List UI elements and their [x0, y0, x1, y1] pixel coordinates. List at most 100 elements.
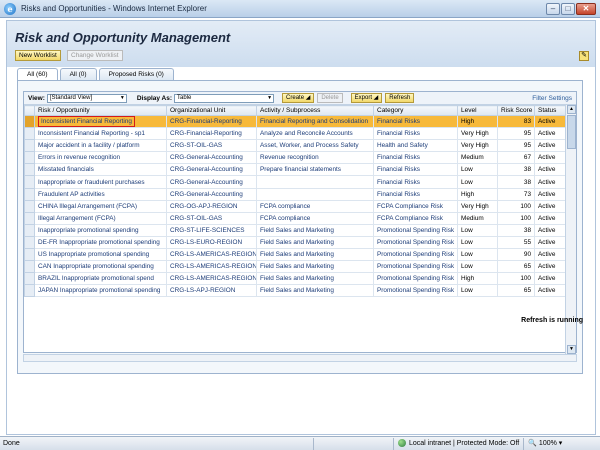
refresh-button[interactable]: Refresh	[385, 93, 415, 103]
new-worklist-button[interactable]: New Worklist	[15, 50, 61, 61]
column-header[interactable]: Level	[457, 105, 498, 116]
row-selector[interactable]	[24, 139, 35, 153]
category-link[interactable]: FCPA Compliance Risk	[373, 199, 458, 213]
row-selector[interactable]	[24, 151, 35, 165]
close-icon[interactable]: ✕	[576, 3, 596, 15]
highlighted-risk-label[interactable]: Inconsistent Financial Reporting	[38, 116, 135, 127]
table-row[interactable]: Major accident in a facility / platform C…	[24, 139, 566, 153]
row-selector[interactable]	[24, 260, 35, 274]
activity-link[interactable]: Field Sales and Marketing	[256, 272, 374, 286]
activity-link[interactable]	[256, 187, 374, 201]
category-link[interactable]: Promotional Spending Risk	[373, 235, 458, 250]
table-row[interactable]: Inappropriate or fraudulent purchases CRG…	[24, 175, 566, 189]
view-select[interactable]: [Standard View] ▼	[46, 93, 127, 103]
row-selector[interactable]	[24, 187, 35, 201]
activity-link[interactable]: Financial Reporting and Consolidation	[256, 114, 374, 129]
table-row[interactable]: Illegal Arrangement (FCPA) CRG-ST-OIL-GAS…	[24, 211, 566, 225]
activity-link[interactable]: Field Sales and Marketing	[256, 235, 374, 250]
org-unit-link[interactable]: CRG-General-Accounting	[166, 163, 257, 177]
risk-link[interactable]: US Inappropriate promotional spending	[34, 248, 167, 262]
minimize-icon[interactable]: –	[546, 3, 560, 15]
activity-link[interactable]: Revenue recognition	[256, 151, 374, 165]
scrollbar-thumb[interactable]	[567, 115, 576, 149]
row-selector[interactable]	[24, 175, 35, 189]
export-button[interactable]: Export ◢	[350, 93, 383, 103]
activity-link[interactable]: Field Sales and Marketing	[256, 248, 374, 262]
column-header[interactable]: Category	[373, 105, 458, 116]
table-row[interactable]: Inconsistent Financial Reporting - sp1 CR…	[24, 127, 566, 141]
category-link[interactable]: Financial Risks	[373, 114, 458, 129]
org-unit-link[interactable]: CRG-OG-APJ-REGION	[166, 199, 257, 213]
table-row[interactable]: US Inappropriate promotional spending CRG…	[24, 248, 566, 262]
column-header[interactable]: Status	[534, 105, 566, 116]
zoom-level[interactable]: 🔍 100% ▾	[523, 437, 566, 450]
security-zone[interactable]: Local intranet | Protected Mode: Off	[393, 437, 523, 450]
category-link[interactable]: Financial Risks	[373, 151, 458, 165]
row-selector[interactable]	[24, 163, 35, 177]
table-row[interactable]: Errors in revenue recognition CRG-General…	[24, 151, 566, 165]
row-selector[interactable]	[24, 127, 35, 141]
category-link[interactable]: Promotional Spending Risk	[373, 248, 458, 262]
category-link[interactable]: Promotional Spending Risk	[373, 260, 458, 274]
delete-button[interactable]: Delete	[317, 93, 343, 103]
column-header[interactable]: Activity / Subprocess	[256, 105, 374, 116]
row-selector[interactable]	[24, 235, 35, 250]
table-row[interactable]: Inappropriate promotional spending CRG-ST…	[24, 223, 566, 237]
category-link[interactable]: Health and Safety	[373, 139, 458, 153]
activity-link[interactable]: FCPA compliance	[256, 211, 374, 225]
settings-link[interactable]: Settings	[549, 95, 573, 102]
create-button[interactable]: Create ◢	[282, 93, 315, 103]
activity-link[interactable]: Field Sales and Marketing	[256, 223, 374, 237]
risk-link[interactable]: CAN Inappropriate promotional spending	[34, 260, 167, 274]
category-link[interactable]: Promotional Spending Risk	[373, 272, 458, 286]
category-link[interactable]: Financial Risks	[373, 187, 458, 201]
display-as-select[interactable]: Table ▼	[174, 93, 275, 103]
row-selector[interactable]	[24, 223, 35, 237]
org-unit-link[interactable]: CRG-Financial-Reporting	[166, 114, 257, 129]
risk-link[interactable]: Inconsistent Financial Reporting - sp1	[34, 127, 167, 141]
row-selector[interactable]	[24, 284, 35, 298]
category-link[interactable]: Financial Risks	[373, 163, 458, 177]
table-row[interactable]: DE-FR Inappropriate promotional spending…	[24, 235, 566, 250]
row-selector[interactable]	[24, 248, 35, 262]
activity-link[interactable]: Field Sales and Marketing	[256, 260, 374, 274]
org-unit-link[interactable]: CRG-LS-EURO-REGION	[166, 235, 257, 250]
select-all-header[interactable]	[24, 105, 35, 116]
scroll-up-icon[interactable]: ▲	[567, 105, 576, 114]
maximize-icon[interactable]: □	[561, 3, 575, 15]
org-unit-link[interactable]: CRG-Financial-Reporting	[166, 127, 257, 141]
risk-link[interactable]: Errors in revenue recognition	[34, 151, 167, 165]
table-row[interactable]: Inconsistent Financial Reporting CRG-Fina…	[24, 114, 566, 129]
row-selector[interactable]	[24, 114, 35, 129]
activity-link[interactable]: Asset, Worker, and Process Safety	[256, 139, 374, 153]
table-row[interactable]: Misstated financials CRG-General-Accounti…	[24, 163, 566, 177]
category-link[interactable]: Promotional Spending Risk	[373, 223, 458, 237]
table-row[interactable]: JAPAN Inappropriate promotional spending…	[24, 284, 566, 298]
risk-link[interactable]: Inconsistent Financial Reporting	[34, 114, 167, 129]
tab-all-0[interactable]: All (0)	[59, 68, 97, 80]
risk-link[interactable]: Fraudulent AP activities	[34, 187, 167, 201]
risk-link[interactable]: Misstated financials	[34, 163, 167, 177]
risk-link[interactable]: CHINA Illegal Arrangement (FCPA)	[34, 199, 167, 213]
tab-proposed-risks[interactable]: Proposed Risks (0)	[98, 68, 174, 80]
org-unit-link[interactable]: CRG-LS-AMERICAS-REGION	[166, 248, 257, 262]
category-link[interactable]: Promotional Spending Risk	[373, 284, 458, 298]
risk-link[interactable]: Inappropriate promotional spending	[34, 223, 167, 237]
risk-link[interactable]: DE-FR Inappropriate promotional spending	[34, 235, 167, 250]
org-unit-link[interactable]: CRG-LS-APJ-REGION	[166, 284, 257, 298]
org-unit-link[interactable]: CRG-General-Accounting	[166, 187, 257, 201]
table-row[interactable]: Fraudulent AP activities CRG-General-Acco…	[24, 187, 566, 201]
activity-link[interactable]: Analyze and Reconcile Accounts	[256, 127, 374, 141]
column-header[interactable]: Organizational Unit	[166, 105, 257, 116]
risk-link[interactable]: Inappropriate or fraudulent purchases	[34, 175, 167, 189]
row-selector[interactable]	[24, 272, 35, 286]
category-link[interactable]: Financial Risks	[373, 175, 458, 189]
category-link[interactable]: Financial Risks	[373, 127, 458, 141]
table-row[interactable]: CHINA Illegal Arrangement (FCPA) CRG-OG-A…	[24, 199, 566, 213]
row-selector[interactable]	[24, 211, 35, 225]
activity-link[interactable]: FCPA compliance	[256, 199, 374, 213]
column-header[interactable]: Risk / Opportunity	[34, 105, 167, 116]
change-worklist-button[interactable]: Change Worklist	[67, 50, 123, 61]
table-row[interactable]: BRAZIL Inappropriate promotional spend CR…	[24, 272, 566, 286]
activity-link[interactable]: Field Sales and Marketing	[256, 284, 374, 298]
